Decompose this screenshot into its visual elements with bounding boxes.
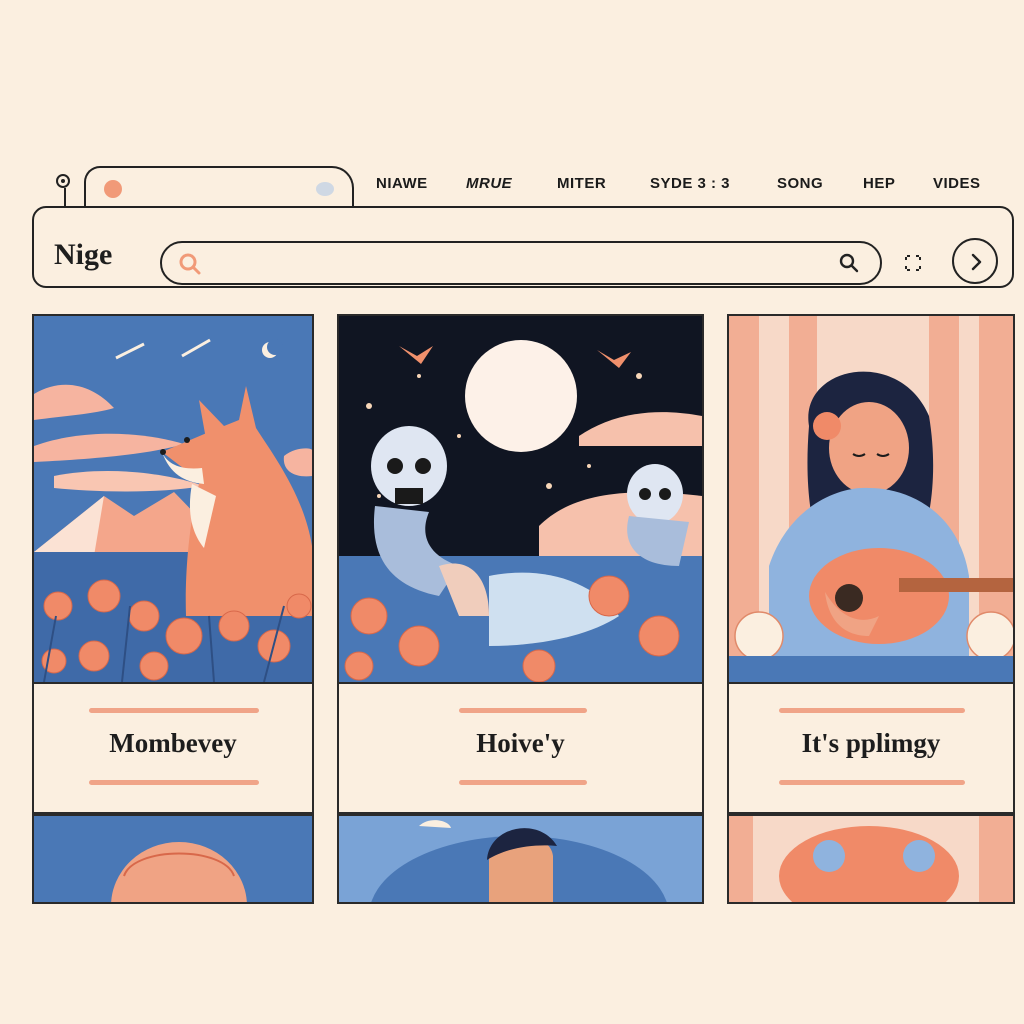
card-caption: Hoive'y [339, 684, 702, 812]
man-illustration [339, 816, 702, 902]
decorative-bar [89, 780, 259, 785]
nav-item-1[interactable]: NIAWE [376, 175, 428, 195]
card-title[interactable]: Mombevey [34, 728, 312, 759]
girl-guitar-illustration [729, 316, 1013, 684]
card-2[interactable]: Hoive'y [337, 314, 704, 814]
site-title[interactable]: Nige [54, 238, 112, 272]
next-button[interactable] [952, 238, 998, 284]
curtain-illustration [729, 816, 1013, 902]
skeletons-moon-illustration [339, 316, 702, 684]
browser-tab[interactable] [84, 166, 354, 206]
card-title[interactable]: Hoive'y [339, 728, 702, 759]
card-peek-2[interactable] [337, 814, 704, 904]
card-3[interactable]: It's pplimgy [727, 314, 1015, 814]
fox-illustration [34, 316, 312, 684]
nav-item-4[interactable]: SYDE 3 : 3 [650, 175, 730, 195]
card-caption: Mombevey [34, 684, 312, 812]
card-peek-1[interactable] [32, 814, 314, 904]
search-bar[interactable] [160, 241, 882, 285]
card-peek-3[interactable] [727, 814, 1015, 904]
card-caption: It's pplimgy [729, 684, 1013, 812]
card-1[interactable]: Mombevey [32, 314, 314, 814]
search-input[interactable] [214, 249, 818, 279]
search-icon [178, 252, 202, 280]
nav-item-5[interactable]: SONG [777, 175, 823, 195]
search-submit-icon[interactable] [838, 252, 860, 278]
nav-item-7[interactable]: VIDES [933, 175, 981, 195]
nav-item-2[interactable]: MRUE [466, 175, 512, 195]
window-control-icon[interactable] [56, 174, 70, 188]
favicon-icon [104, 180, 122, 198]
decorative-bar [459, 780, 587, 785]
card-title[interactable]: It's pplimgy [729, 728, 1013, 759]
nav-item-3[interactable]: MITER [557, 175, 606, 195]
tab-close-icon[interactable] [316, 182, 334, 196]
decorative-bar [89, 708, 259, 713]
expand-icon[interactable] [902, 252, 924, 278]
nav-item-6[interactable]: HEP [863, 175, 895, 195]
face-illustration [34, 816, 312, 902]
chevron-right-icon [971, 253, 982, 271]
decorative-bar [459, 708, 587, 713]
decorative-bar [779, 780, 965, 785]
decorative-bar [779, 708, 965, 713]
